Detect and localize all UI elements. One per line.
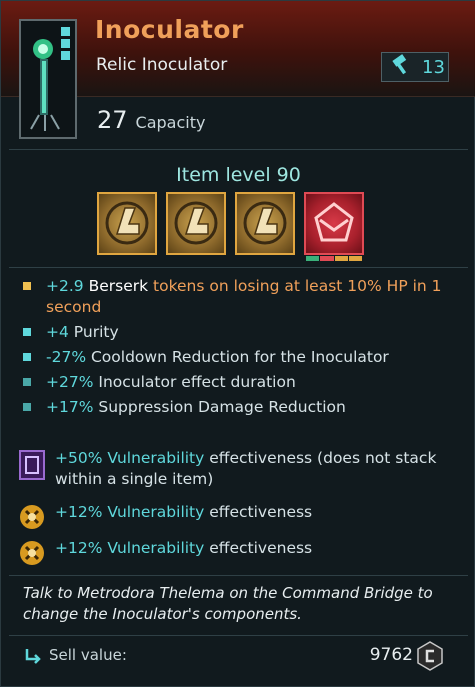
stat-row: +17% Suppression Damage Reduction (23, 397, 463, 418)
capacity-label: Capacity (135, 113, 206, 132)
bullet-icon (23, 378, 31, 386)
return-arrow-icon (23, 647, 43, 669)
bullet-icon (23, 282, 31, 290)
divider (9, 149, 468, 150)
bullet-icon (23, 403, 31, 411)
stat-row: +2.9 Berserk tokens on losing at least 1… (23, 276, 463, 318)
component-slot-gold[interactable] (166, 192, 226, 255)
component-slots (97, 192, 364, 261)
sell-value-row: Sell value: 9762 (23, 641, 443, 671)
item-level: Item level 90 (176, 164, 301, 186)
mod-level-badge: 13 (381, 52, 449, 82)
stat-row: +27% Inoculator effect duration (23, 372, 463, 393)
sell-label: Sell value: (49, 646, 127, 664)
stat-row: -27% Cooldown Reduction for the Inoculat… (23, 347, 463, 368)
divider (9, 635, 468, 636)
gold-vulnerability-icon (19, 540, 45, 566)
item-name: Inoculator (95, 15, 244, 44)
divider (9, 267, 468, 268)
divider (9, 575, 468, 576)
component-note: Talk to Metrodora Thelema on the Command… (23, 584, 433, 623)
hammer-icon (390, 54, 412, 80)
mod-level-value: 13 (422, 56, 445, 78)
purple-module-icon (19, 450, 45, 480)
vulnerability-row: +12% Vulnerability effectiveness (19, 502, 459, 529)
vulnerability-row: +12% Vulnerability effectiveness (19, 538, 459, 565)
component-slot-gold[interactable] (235, 192, 295, 255)
vulnerability-row: +50% Vulnerability effectiveness (does n… (19, 448, 459, 490)
sell-value: 9762 (369, 645, 413, 665)
component-slot-red[interactable] (304, 192, 364, 261)
stat-row: +4 Purity (23, 322, 463, 343)
vulnerability-list: +50% Vulnerability effectiveness (does n… (19, 448, 459, 565)
bullet-icon (23, 353, 31, 361)
stat-list: +2.9 Berserk tokens on losing at least 1… (23, 276, 463, 418)
credit-icon (417, 641, 443, 675)
gold-vulnerability-icon (19, 504, 45, 530)
component-slot-gold[interactable] (97, 192, 157, 255)
item-tooltip: Inoculator Relic Inoculator 13 27 Capaci… (0, 0, 475, 687)
inoculator-thumbnail (19, 19, 77, 139)
component-pips (306, 256, 362, 261)
item-subtitle: Relic Inoculator (96, 55, 228, 75)
capacity: 27 Capacity (97, 106, 205, 134)
bullet-icon (23, 328, 31, 336)
capacity-value: 27 (97, 106, 128, 134)
